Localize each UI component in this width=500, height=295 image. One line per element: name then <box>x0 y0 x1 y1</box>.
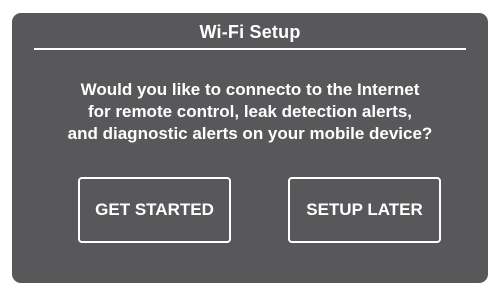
message-line-3: and diagnostic alerts on your mobile dev… <box>67 124 433 143</box>
wifi-setup-dialog: Wi-Fi Setup Would you like to connecto t… <box>12 13 488 283</box>
get-started-button[interactable]: GET STARTED <box>78 177 231 243</box>
message-line-1: Would you like to connecto to the Intern… <box>80 80 420 99</box>
dialog-message: Would you like to connecto to the Intern… <box>22 79 478 145</box>
setup-later-button[interactable]: SETUP LATER <box>288 177 441 243</box>
title-divider <box>34 48 466 50</box>
dialog-title: Wi-Fi Setup <box>199 22 301 42</box>
message-line-2: for remote control, leak detection alert… <box>87 102 413 121</box>
